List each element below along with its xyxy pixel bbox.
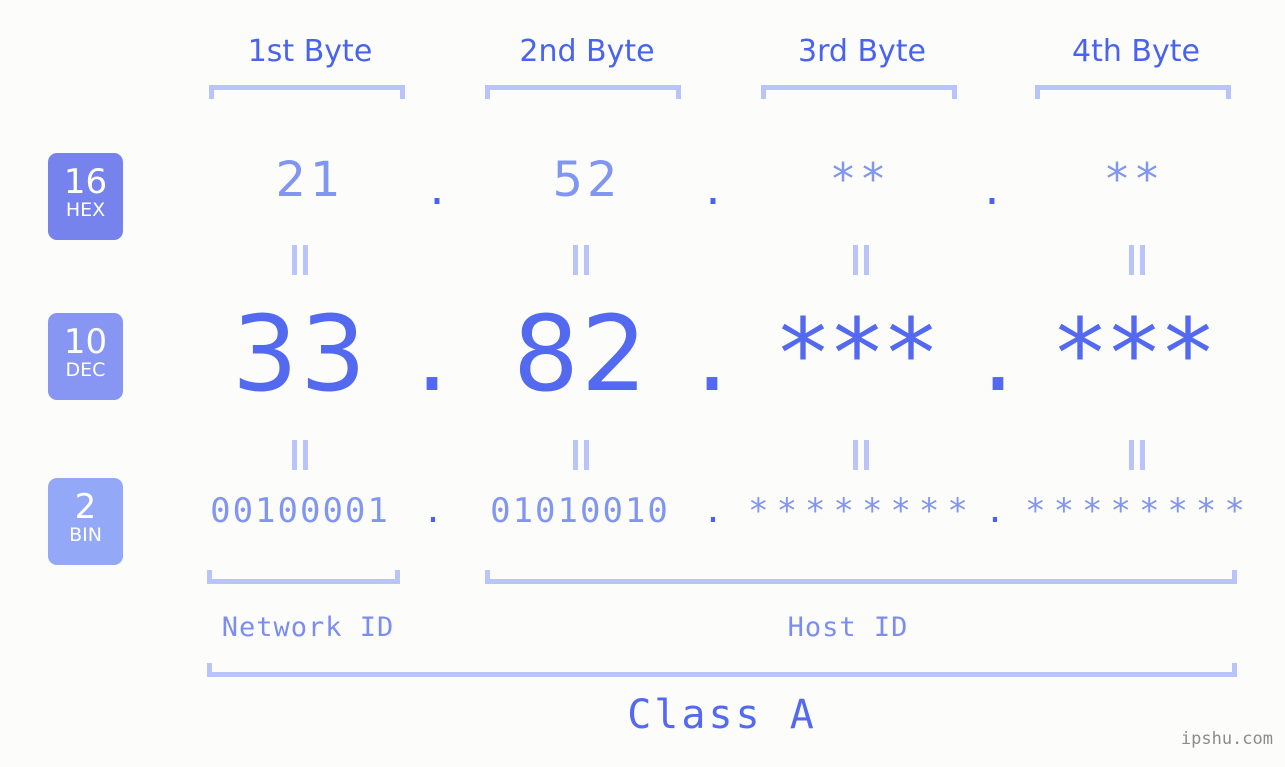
byte-header-1: 1st Byte	[247, 34, 373, 69]
label-network-id: Network ID	[221, 612, 395, 643]
equals-mark-5	[289, 440, 311, 470]
dec-row: 33 . 82 . *** . ***	[0, 296, 1285, 416]
label-host-id: Host ID	[787, 612, 909, 643]
dec-byte-3: ***	[779, 298, 941, 410]
bracket-byte-2	[485, 85, 681, 99]
byte-header-2: 2nd Byte	[519, 34, 655, 69]
equals-mark-3	[850, 245, 872, 275]
dec-separator-1: .	[415, 293, 449, 415]
bracket-byte-3	[761, 85, 957, 99]
hex-separator-3: .	[984, 160, 1000, 216]
ip-byte-breakdown-diagram: 1st Byte 2nd Byte 3rd Byte 4th Byte 16 H…	[0, 0, 1285, 767]
dec-separator-3: .	[981, 293, 1015, 415]
bin-byte-4: ********	[1025, 491, 1253, 531]
bracket-byte-1	[209, 85, 405, 99]
bin-byte-3: ********	[748, 491, 976, 531]
bin-separator-2: .	[702, 491, 724, 531]
equals-mark-7	[850, 440, 872, 470]
equals-mark-2	[570, 245, 592, 275]
equals-mark-4	[1126, 245, 1148, 275]
bin-byte-1: 00100001	[210, 491, 390, 531]
dec-byte-2: 82	[512, 293, 650, 415]
dec-separator-2: .	[695, 293, 729, 415]
equals-mark-1	[289, 245, 311, 275]
bin-byte-2: 01010010	[490, 491, 670, 531]
bracket-byte-4	[1035, 85, 1231, 99]
bin-separator-1: .	[422, 491, 444, 531]
bin-row: 00100001 . 01010010 . ******** . *******…	[0, 487, 1285, 547]
hex-byte-4: **	[1106, 154, 1166, 205]
hex-byte-2: 52	[552, 152, 622, 208]
watermark: ipshu.com	[1180, 729, 1273, 749]
hex-separator-1: .	[429, 160, 445, 216]
bracket-host-id	[485, 570, 1237, 584]
dec-byte-1: 33	[231, 293, 369, 415]
hex-byte-1: 21	[275, 152, 345, 208]
hex-byte-3: **	[832, 154, 892, 205]
label-class: Class A	[627, 692, 817, 738]
byte-header-3: 3rd Byte	[797, 34, 927, 69]
equals-mark-8	[1126, 440, 1148, 470]
bin-separator-3: .	[984, 491, 1006, 531]
equals-mark-6	[570, 440, 592, 470]
dec-byte-4: ***	[1056, 298, 1218, 410]
bracket-network-id	[207, 570, 400, 584]
hex-row: 21 . 52 . ** . **	[0, 150, 1285, 230]
bracket-class	[207, 663, 1237, 677]
byte-header-4: 4th Byte	[1072, 34, 1200, 69]
hex-separator-2: .	[705, 160, 721, 216]
